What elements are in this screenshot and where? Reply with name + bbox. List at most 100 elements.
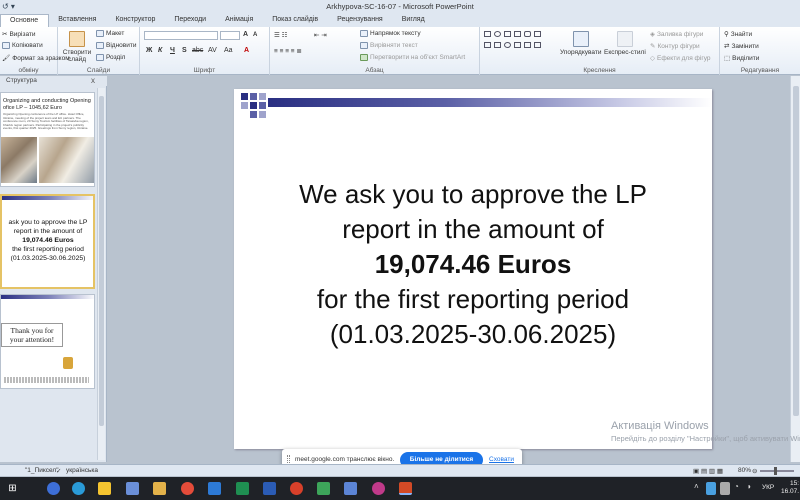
clock[interactable]: 15: 16.07.	[781, 480, 799, 496]
copy-button[interactable]: Копіювати	[2, 42, 43, 49]
slide-body-text[interactable]: We ask you to approve the LP report in t…	[234, 177, 712, 352]
quick-styles-button[interactable]: Експрес-стилі	[604, 31, 646, 56]
layout-button[interactable]: Макет	[96, 30, 124, 37]
smartart-label: Перетворити на об'єкт SmartArt	[370, 54, 466, 61]
slide-scroll-thumb[interactable]	[793, 86, 799, 416]
store-icon[interactable]	[126, 482, 139, 495]
current-slide[interactable]: We ask you to approve the LP report in t…	[234, 89, 712, 449]
tab-outline[interactable]: Структура	[6, 77, 37, 84]
app-icon-2[interactable]	[344, 482, 357, 495]
slide-scrollbar[interactable]	[790, 76, 800, 462]
cut-button[interactable]: ✂ Вирізати	[2, 30, 36, 39]
chrome-profile-icon[interactable]	[47, 482, 60, 495]
shape-star[interactable]	[524, 42, 531, 48]
find-button[interactable]: ⚲ Знайти	[724, 30, 752, 39]
drawing-group: Упорядкувати Експрес-стилі ◈ Заливка фігу…	[480, 27, 720, 75]
share-message: meet.google.com транслює вікно.	[295, 456, 395, 463]
arrange-button[interactable]: Упорядкувати	[560, 31, 601, 56]
underline-button[interactable]: Ч	[170, 47, 175, 54]
excel-icon[interactable]	[236, 482, 249, 495]
tab-review[interactable]: Рецензування	[328, 13, 393, 27]
shape-flowchart[interactable]	[534, 42, 541, 48]
zoom-level[interactable]: 80%	[738, 467, 751, 474]
tab-view[interactable]: Вигляд	[393, 13, 435, 27]
bullets-button[interactable]: ☰ ☷	[274, 31, 287, 39]
italic-button[interactable]: К	[158, 47, 162, 54]
zoom-slider[interactable]	[760, 467, 794, 475]
zoom-out-icon[interactable]: ⊖	[752, 467, 757, 475]
cut-label: Вирізати	[9, 30, 36, 38]
shape-rounded[interactable]	[524, 31, 531, 37]
shape-oval[interactable]	[494, 31, 501, 37]
keyboard-language[interactable]: УКР	[762, 484, 774, 491]
font-size-select[interactable]	[220, 31, 240, 40]
section-button[interactable]: Розділ	[96, 54, 125, 61]
tray-chevron-icon[interactable]: ˄	[694, 482, 702, 495]
outlook-icon[interactable]	[208, 482, 221, 495]
thumb1-photo-2	[39, 137, 94, 183]
indent-button[interactable]: ⇤ ⇥	[314, 31, 327, 39]
new-slide-button[interactable]: Створити слайд	[62, 31, 92, 63]
align-buttons[interactable]: ≡ ≡ ≡ ≡ ≣	[274, 47, 302, 55]
shape-triangle[interactable]	[534, 31, 541, 37]
replace-button[interactable]: ⇄ Замінити	[724, 42, 759, 51]
spellcheck-icon[interactable]: ✓	[56, 467, 61, 475]
tray-app-icon[interactable]	[706, 482, 716, 495]
shadow-button[interactable]: S	[182, 47, 187, 54]
chrome-icon[interactable]	[181, 482, 194, 495]
char-spacing-button[interactable]: AV	[208, 47, 217, 54]
shape-fill-button[interactable]: ◈ Заливка фігури	[650, 30, 703, 39]
shape-rectangle[interactable]	[484, 31, 491, 37]
smartart-button[interactable]: Перетворити на об'єкт SmartArt	[360, 54, 465, 61]
shrink-font-button[interactable]: A	[253, 32, 257, 38]
thumbnail-scroll-thumb[interactable]	[99, 96, 104, 426]
folder-icon[interactable]	[153, 482, 166, 495]
pane-tabs: Структура x	[0, 76, 107, 86]
thumb3-footer	[4, 377, 89, 383]
grid-icon[interactable]: ⊞	[6, 482, 19, 495]
tab-animations[interactable]: Анімація	[216, 13, 263, 27]
hide-button[interactable]: Сховати	[489, 456, 514, 463]
tab-transitions[interactable]: Переходи	[165, 13, 216, 27]
tray-app-icon-2[interactable]	[720, 482, 730, 495]
font-name-select[interactable]	[144, 31, 218, 40]
shape-line[interactable]	[504, 31, 511, 37]
close-icon[interactable]: x	[91, 76, 95, 85]
text-direction-button[interactable]: Напрямок тексту	[360, 30, 421, 37]
word-icon[interactable]	[263, 482, 276, 495]
volume-icon[interactable]: ◗	[747, 482, 757, 495]
select-button[interactable]: ⬚ Виділити	[724, 54, 759, 63]
reset-button[interactable]: Відновити	[96, 42, 136, 49]
shape-arrow[interactable]	[514, 31, 521, 37]
shape-connector[interactable]	[484, 42, 491, 48]
wifi-icon[interactable]: ◔	[734, 482, 744, 495]
file-explorer-icon[interactable]	[98, 482, 111, 495]
slide-line-2: report in the amount of	[342, 214, 604, 244]
grow-font-button[interactable]: A	[243, 31, 248, 38]
bold-button[interactable]: Ж	[146, 47, 152, 54]
strikethrough-button[interactable]: abc	[192, 47, 203, 54]
app-icon[interactable]	[317, 482, 330, 495]
powerpoint-icon[interactable]	[399, 482, 412, 495]
change-case-button[interactable]: Aa	[224, 47, 233, 54]
viber-icon[interactable]	[372, 482, 385, 495]
tab-design[interactable]: Конструктор	[106, 13, 165, 27]
chrome-icon-2[interactable]	[290, 482, 303, 495]
slide-thumbnail-2[interactable]: ask you to approve the LP report in the …	[0, 194, 95, 289]
font-color-button[interactable]: A	[244, 47, 249, 54]
thumbnail-scrollbar[interactable]	[97, 88, 105, 460]
shape-effects-button[interactable]: ◇ Ефекти для фігур	[650, 54, 711, 63]
align-text-button[interactable]: Вирівняти текст	[360, 42, 418, 49]
tab-insert[interactable]: Вставлення	[49, 13, 106, 27]
view-buttons[interactable]: ▣ ▤ ▥ ▦	[693, 467, 723, 475]
shape-circle[interactable]	[504, 42, 511, 48]
tab-home[interactable]: Основне	[0, 14, 50, 27]
tab-slideshow[interactable]: Показ слайдів	[263, 13, 328, 27]
slide-thumbnail-1[interactable]: Organizing and conducting Opening ofice …	[0, 92, 95, 187]
slide-thumbnail-3[interactable]: Thank you for your attention!	[0, 294, 95, 389]
shape-outline-button[interactable]: ✎ Контур фігури	[650, 42, 700, 51]
edge-icon[interactable]	[72, 482, 85, 495]
language-indicator[interactable]: українська	[66, 467, 98, 474]
shape-callout[interactable]	[514, 42, 521, 48]
shape-block-arrow[interactable]	[494, 42, 501, 48]
